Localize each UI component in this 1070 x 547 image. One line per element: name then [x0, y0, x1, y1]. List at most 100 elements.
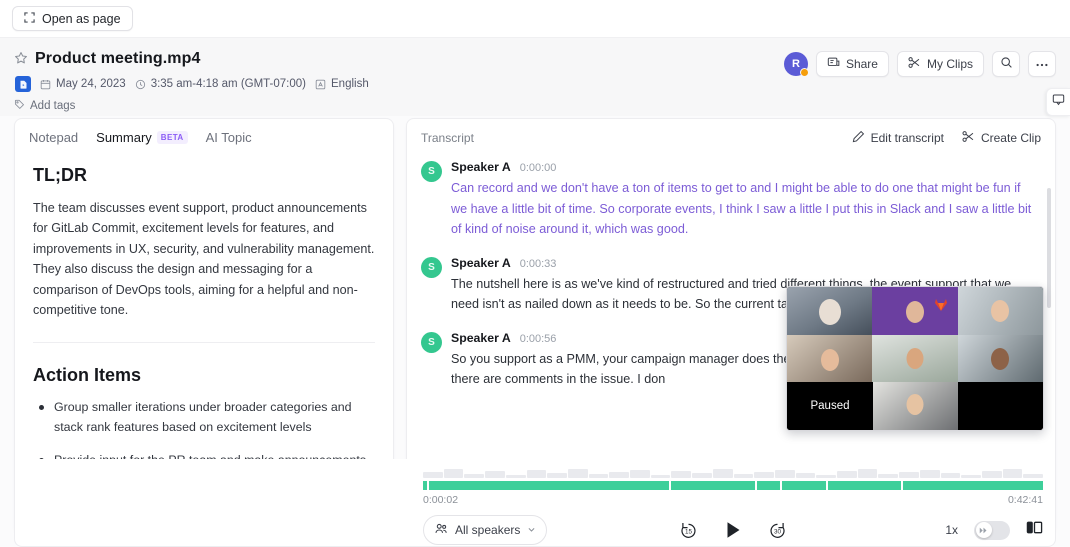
player-controls: All speakers 15 30 1x [423, 513, 1043, 547]
more-options-button[interactable] [1028, 51, 1056, 77]
star-outline-icon[interactable] [14, 51, 28, 67]
tab-ai-topic[interactable]: AI Topic [206, 130, 252, 145]
page-title: Product meeting.mp4 [35, 50, 201, 67]
comment-icon [1052, 93, 1065, 111]
tab-notepad-label: Notepad [29, 130, 79, 145]
action-items-heading: Action Items [33, 365, 142, 386]
skip-silence-toggle[interactable] [974, 520, 1010, 540]
search-icon [1000, 56, 1013, 72]
speaker-avatar: S [421, 256, 442, 278]
play-icon[interactable] [723, 520, 743, 540]
app-root: Open as page Product meeting.mp4 May 24,… [0, 0, 1070, 547]
tldr-text: The team discusses event support, produc… [33, 201, 375, 317]
expand-icon [24, 11, 35, 26]
list-item: Group smaller iterations under broader c… [33, 398, 375, 438]
avatar[interactable]: R [783, 52, 809, 77]
speaker-name: Speaker A [451, 255, 511, 270]
tab-notepad[interactable]: Notepad [29, 130, 78, 145]
participant-tile [872, 382, 958, 430]
calendar-icon [40, 79, 51, 90]
utterance-main: Speaker A 0:00:00 Can record and we don'… [451, 160, 1039, 240]
meta-date: May 24, 2023 [40, 78, 126, 90]
rewind-15-icon[interactable]: 15 [678, 520, 699, 541]
tldr-heading: TL;DR [33, 165, 87, 185]
clock-icon [135, 79, 146, 90]
meta-date-label: May 24, 2023 [56, 78, 126, 90]
utterance-text: Can record and we don't have a ton of it… [451, 181, 1032, 237]
meta-time-label: 3:35 am-4:18 am (GMT-07:00) [150, 78, 306, 90]
speaker-avatar: S [421, 331, 442, 353]
speaker-filter-dropdown[interactable]: All speakers [423, 515, 548, 545]
pencil-icon [852, 130, 865, 146]
transcript-header-actions: Edit transcript Create Clip [852, 130, 1041, 146]
meta-time: 3:35 am-4:18 am (GMT-07:00) [135, 78, 306, 90]
scissors-icon [908, 56, 921, 72]
fast-forward-icon [975, 522, 992, 538]
meta-language-label: English [331, 78, 369, 90]
add-tags-label: Add tags [30, 100, 76, 112]
speaker-filter-label: All speakers [455, 523, 521, 537]
waveform-bars [423, 469, 1044, 478]
media-player: 0:00:02 0:42:41 All speakers 15 30 1x [14, 459, 1056, 547]
search-button[interactable] [992, 51, 1020, 77]
beta-badge: BETA [156, 131, 188, 144]
svg-text:15: 15 [685, 528, 693, 535]
split-view-icon[interactable] [1026, 519, 1043, 541]
share-screen-icon [827, 56, 840, 72]
tag-icon [14, 99, 25, 113]
create-clip-button[interactable]: Create Clip [962, 130, 1041, 146]
share-button[interactable]: Share [815, 51, 889, 77]
total-time: 0:42:41 [1007, 494, 1043, 506]
open-as-page-button[interactable]: Open as page [12, 6, 133, 31]
player-inner: 0:00:02 0:42:41 All speakers 15 30 1x [411, 459, 1055, 546]
speaker-initial: S [428, 166, 435, 177]
playback-speed-button[interactable]: 1x [945, 523, 958, 537]
video-status-label: Paused [810, 400, 850, 412]
speaker-avatar: S [421, 161, 442, 182]
gitlab-logo-icon [934, 299, 947, 311]
edit-transcript-label: Edit transcript [870, 131, 944, 145]
share-label: Share [845, 57, 878, 71]
participant-tile [957, 287, 1043, 335]
comment-panel-button[interactable] [1046, 88, 1070, 116]
meta-language: English [315, 78, 369, 90]
open-as-page-label: Open as page [42, 11, 121, 26]
header-actions: R Share My Clips [783, 51, 1056, 77]
metadata-row: May 24, 2023 3:35 am-4:18 am (GMT-07:00)… [15, 76, 1056, 92]
people-icon [434, 522, 448, 539]
svg-text:30: 30 [774, 528, 782, 535]
participant-tile [957, 334, 1043, 383]
utterance-timestamp[interactable]: 0:00:00 [520, 162, 557, 174]
divider [33, 342, 375, 344]
my-clips-label: My Clips [926, 57, 973, 71]
participant-tile [872, 334, 958, 383]
waveform[interactable] [423, 469, 1044, 491]
current-time: 0:00:02 [423, 494, 459, 506]
top-bar: Open as page [0, 0, 1070, 38]
transcript-label: Transcript [421, 131, 474, 145]
transcript-header: Transcript Edit transcript Create Clip [407, 119, 1055, 152]
tab-ai-topic-label: AI Topic [205, 130, 252, 145]
tab-summary-label: Summary [96, 130, 152, 145]
my-clips-button[interactable]: My Clips [896, 51, 984, 77]
forward-30-icon[interactable]: 30 [767, 520, 788, 541]
add-tags-button[interactable]: Add tags [14, 99, 1056, 113]
participant-tile [787, 334, 873, 383]
transcript-utterance[interactable]: S Speaker A 0:00:00 Can record and we do… [421, 160, 1039, 240]
create-clip-label: Create Clip [980, 131, 1041, 145]
tab-summary[interactable]: Summary BETA [96, 130, 188, 145]
utterance-timestamp[interactable]: 0:00:33 [520, 258, 557, 270]
utterance-timestamp[interactable]: 0:00:56 [520, 333, 557, 345]
avatar-initial: R [791, 58, 800, 70]
speaker-name: Speaker A [451, 330, 511, 345]
speaker-initial: S [428, 336, 435, 348]
progress-bar[interactable] [423, 481, 1043, 490]
edit-transcript-button[interactable]: Edit transcript [852, 130, 944, 146]
scissors-icon [962, 130, 975, 146]
document-header: Product meeting.mp4 May 24, 2023 3:35 am… [0, 38, 1070, 116]
video-preview[interactable]: Paused [786, 286, 1044, 431]
playback-controls: 15 30 [678, 520, 788, 541]
participant-tile [872, 287, 958, 335]
utterance-header: Speaker A 0:00:00 [451, 160, 1039, 174]
transcript-scrollbar[interactable] [1047, 188, 1051, 308]
